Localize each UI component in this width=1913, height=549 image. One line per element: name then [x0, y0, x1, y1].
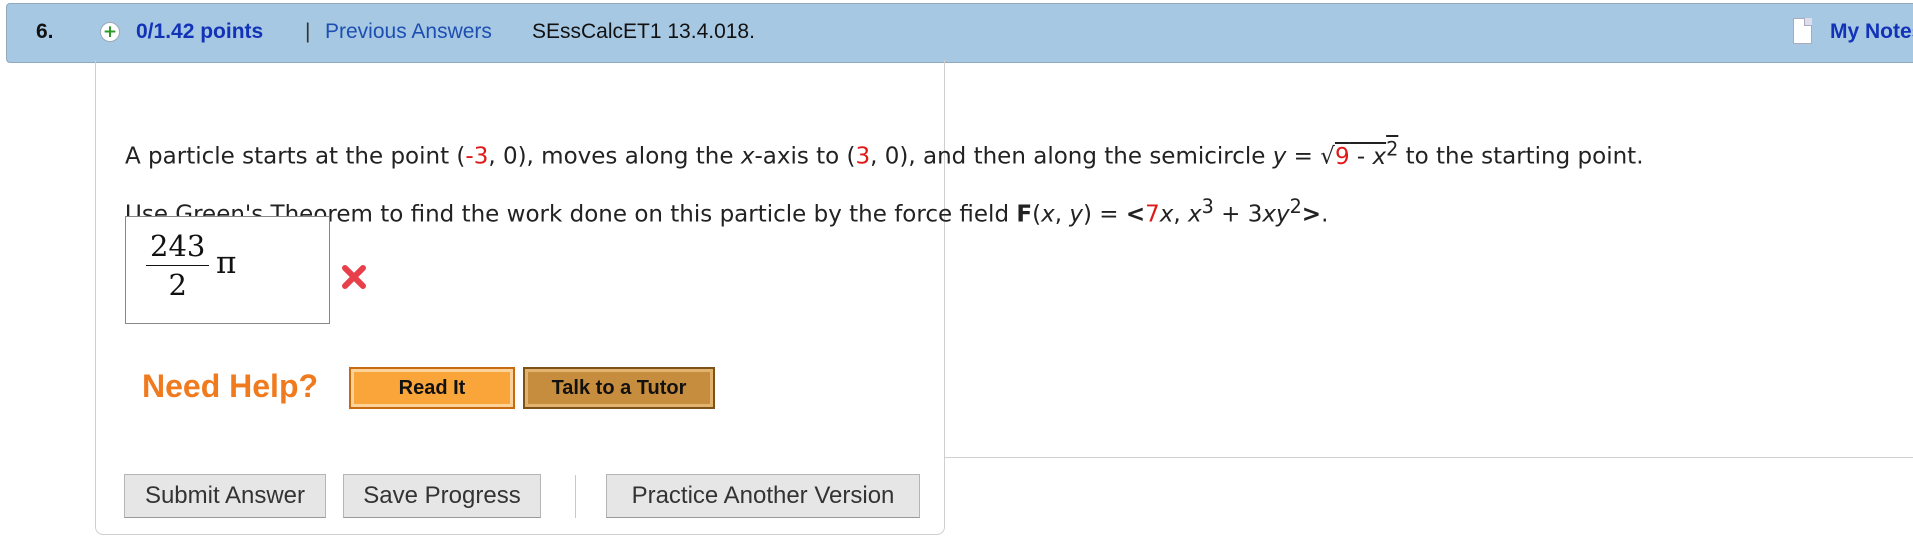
save-progress-button[interactable]: Save Progress [343, 474, 541, 518]
header-separator: | [305, 20, 311, 43]
question-line-1: A particle starts at the point (-3, 0), … [125, 137, 1644, 170]
answer-input[interactable]: 243 2 π [125, 216, 330, 324]
problem-code: SEssCalcET1 13.4.018. [532, 20, 755, 43]
question-text: A particle starts at the point (-3, 0), … [125, 124, 1644, 239]
notes-icon[interactable] [1793, 18, 1812, 44]
question-header [6, 3, 1913, 63]
answer-denominator: 2 [168, 268, 187, 302]
answer-pi-symbol: π [216, 245, 237, 281]
answer-fraction: 243 2 [146, 227, 210, 304]
question-line-2: Use Green's Theorem to find the work don… [125, 194, 1329, 228]
talk-to-tutor-button[interactable]: Talk to a Tutor [523, 367, 715, 409]
button-divider [575, 475, 576, 518]
incorrect-x-icon [342, 265, 366, 289]
practice-another-version-button[interactable]: Practice Another Version [606, 474, 920, 518]
card-divider-line [944, 457, 1913, 458]
question-number: 6. [36, 20, 54, 43]
answer-numerator: 243 [146, 227, 210, 266]
need-help-label: Need Help? [142, 368, 319, 404]
expand-plus-icon[interactable]: + [100, 22, 120, 42]
points-score: 0/1.42 points [136, 20, 264, 43]
my-notes-link[interactable]: My Notes [1830, 20, 1913, 44]
submit-answer-button[interactable]: Submit Answer [124, 474, 326, 518]
previous-answers-link[interactable]: Previous Answers [325, 20, 492, 44]
read-it-button[interactable]: Read It [349, 367, 515, 409]
